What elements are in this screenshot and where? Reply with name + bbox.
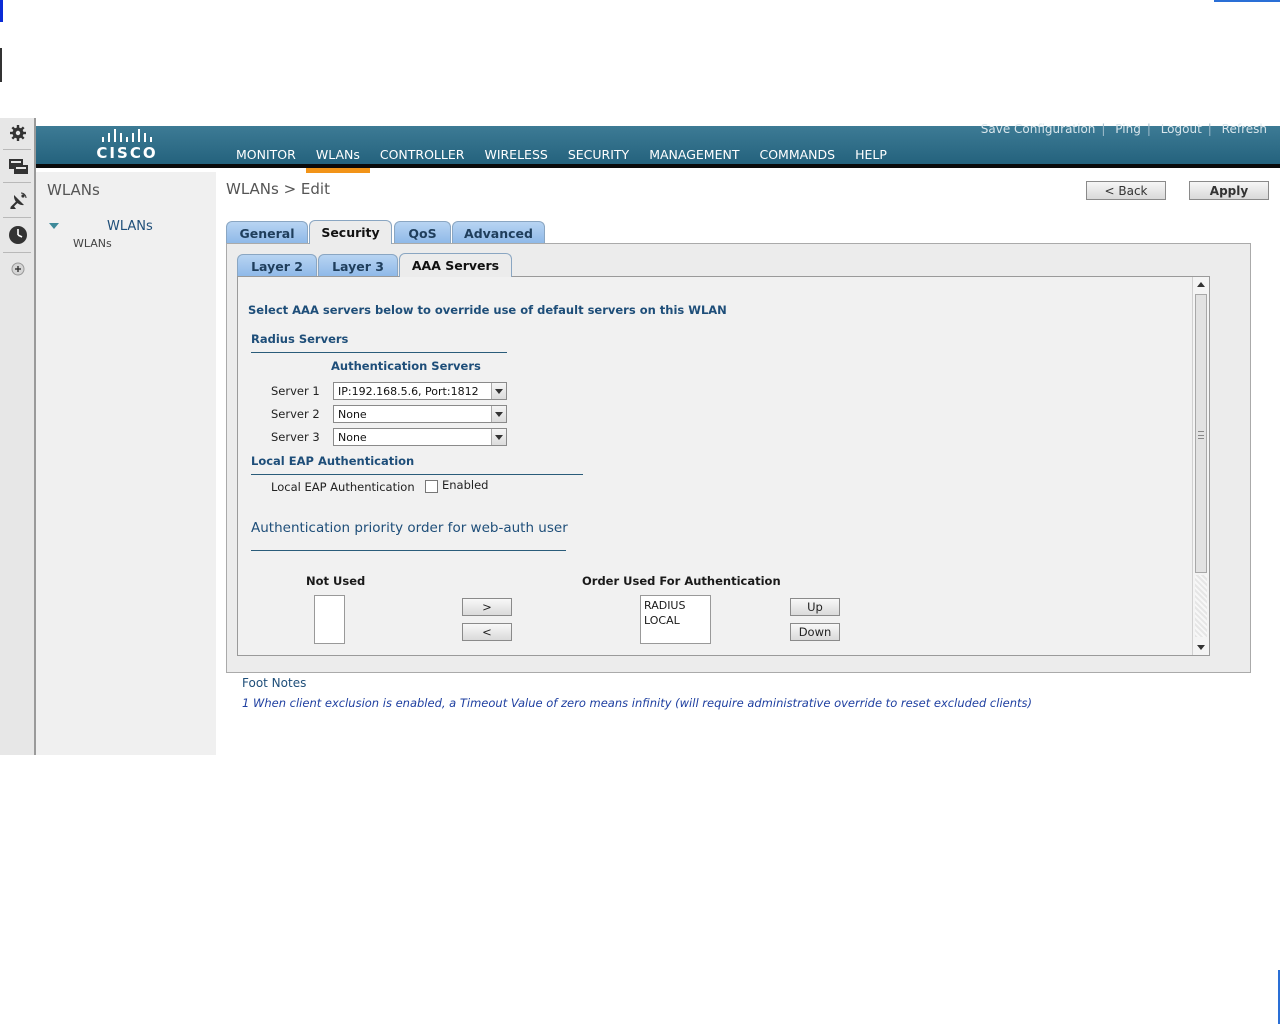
foot-note-text: 1 When client exclusion is enabled, a Ti…	[242, 696, 1032, 710]
server-2-select[interactable]: None	[333, 405, 507, 423]
refresh-link[interactable]: Refresh	[1222, 122, 1267, 136]
tab-general[interactable]: General	[226, 221, 308, 244]
subtab-aaa-servers[interactable]: AAA Servers	[399, 253, 512, 277]
monitor-icon[interactable]	[7, 155, 29, 177]
nav-help[interactable]: HELP	[845, 146, 897, 167]
left-nav: WLANs WLANs WLANs	[36, 172, 216, 755]
scroll-down-arrow-icon[interactable]	[1197, 645, 1205, 650]
window-edge-marker	[0, 48, 2, 82]
cisco-logo: CISCO	[92, 128, 162, 164]
up-button[interactable]: Up	[790, 598, 840, 616]
foot-notes-title: Foot Notes	[242, 676, 307, 690]
apply-button[interactable]: Apply	[1189, 181, 1269, 200]
down-button[interactable]: Down	[790, 623, 840, 641]
satellite-dish-icon[interactable]	[7, 190, 29, 212]
authentication-servers-heading: Authentication Servers	[331, 359, 481, 373]
list-item[interactable]: RADIUS	[644, 598, 707, 613]
app-header: CISCO Save Configuration | Ping | Logout | …	[36, 122, 1280, 173]
top-links: Save Configuration | Ping | Logout | Refres…	[980, 122, 1267, 136]
order-used-label: Order Used For Authentication	[582, 574, 781, 588]
tree-expand-arrow-icon[interactable]	[49, 223, 59, 229]
move-left-button[interactable]: <	[462, 623, 512, 641]
vertical-scrollbar[interactable]	[1192, 277, 1209, 655]
ping-link[interactable]: Ping	[1115, 122, 1141, 136]
nav-commands[interactable]: COMMANDS	[749, 146, 845, 167]
save-configuration-link[interactable]: Save Configuration	[981, 122, 1096, 136]
main-nav: MONITOR WLANs CONTROLLER WIRELESS SECURI…	[226, 146, 897, 173]
local-eap-enabled-label: Enabled	[442, 478, 489, 492]
tab-advanced[interactable]: Advanced	[452, 221, 545, 244]
window-edge-marker	[1214, 0, 1280, 2]
server-3-label: Server 3	[271, 430, 320, 444]
move-right-button[interactable]: >	[462, 598, 512, 616]
nav-wlans[interactable]: WLANs	[305, 146, 370, 173]
scrollbar-thumb[interactable]	[1195, 294, 1207, 573]
nav-monitor[interactable]: MONITOR	[226, 146, 306, 167]
radius-servers-heading: Radius Servers	[251, 332, 349, 346]
server-1-select[interactable]: IP:192.168.5.6, Port:1812	[333, 382, 507, 400]
expand-icon[interactable]	[7, 258, 29, 280]
local-eap-enabled-checkbox[interactable]	[425, 480, 438, 493]
left-nav-item-wlans[interactable]: WLANs	[107, 219, 153, 234]
gear-icon[interactable]	[7, 122, 29, 144]
chevron-down-icon[interactable]	[491, 383, 506, 399]
nav-management[interactable]: MANAGEMENT	[639, 146, 749, 167]
list-item[interactable]: LOCAL	[644, 613, 707, 628]
tab-security[interactable]: Security	[309, 220, 392, 244]
local-eap-label: Local EAP Authentication	[271, 480, 415, 494]
left-nav-subitem-wlans[interactable]: WLANs	[73, 237, 112, 250]
server-2-label: Server 2	[271, 407, 320, 421]
chevron-down-icon[interactable]	[491, 406, 506, 422]
back-button[interactable]: < Back	[1086, 181, 1166, 200]
subtab-layer-3[interactable]: Layer 3	[318, 254, 398, 277]
left-toolbar	[0, 118, 36, 755]
tab-qos[interactable]: QoS	[394, 221, 451, 244]
not-used-label: Not Used	[306, 574, 366, 588]
aaa-intro-text: Select AAA servers below to override use…	[248, 303, 727, 317]
chevron-down-icon[interactable]	[491, 429, 506, 445]
nav-security[interactable]: SECURITY	[558, 146, 639, 167]
order-used-listbox[interactable]: RADIUS LOCAL	[640, 595, 711, 644]
not-used-listbox[interactable]	[314, 595, 345, 644]
scroll-up-arrow-icon[interactable]	[1197, 282, 1205, 287]
nav-controller[interactable]: CONTROLLER	[370, 146, 475, 167]
window-edge-marker	[0, 0, 3, 22]
priority-order-heading: Authentication priority order for web-au…	[251, 520, 568, 536]
server-1-label: Server 1	[271, 384, 320, 398]
left-nav-title: WLANs	[47, 181, 100, 199]
page-title: WLANs > Edit	[226, 180, 330, 198]
subtab-layer-2[interactable]: Layer 2	[237, 254, 317, 277]
nav-wireless[interactable]: WIRELESS	[474, 146, 557, 167]
server-3-select[interactable]: None	[333, 428, 507, 446]
clock-icon[interactable]	[7, 224, 29, 246]
local-eap-heading: Local EAP Authentication	[251, 454, 415, 468]
logout-link[interactable]: Logout	[1161, 122, 1202, 136]
